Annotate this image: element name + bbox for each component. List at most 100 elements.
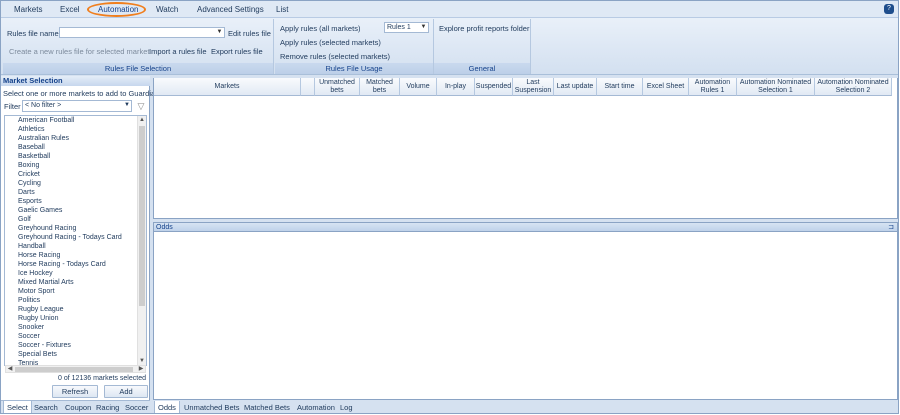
list-item[interactable]: Rugby Union [18,314,58,323]
list-item[interactable]: Snooker [18,323,44,332]
column-header[interactable]: Suspended [475,78,513,96]
list-item[interactable]: Horse Racing [18,251,60,260]
refresh-button[interactable]: Refresh [52,385,98,398]
scroll-down-icon[interactable]: ▼ [138,357,146,365]
column-header[interactable]: In-play [437,78,475,96]
market-list[interactable]: ▲ ▼ American Football Athletics Australian… [4,115,147,366]
list-item[interactable]: Greyhound Racing [18,224,76,233]
list-item[interactable]: Baseball [18,143,45,152]
list-item[interactable]: Soccer - Fixtures [18,341,71,350]
general-group: Explore profit reports folder General [434,19,531,74]
column-header[interactable]: Start time [597,78,643,96]
bottom-tab-bar: Odds Unmatched Bets Matched Bets Automat… [153,401,898,413]
scroll-thumb[interactable] [139,126,145,306]
list-item[interactable]: Ice Hockey [18,269,53,278]
rules-file-selection-group: Rules file name ▼ Edit rules file Create… [3,19,274,74]
chevron-down-icon: ▼ [216,29,223,35]
group-label: Rules File Usage [275,63,433,74]
list-item[interactable]: Motor Sport [18,287,55,296]
horizontal-scrollbar[interactable]: ◀ ▶ [5,365,146,373]
rules-select-value: Rules 1 [387,24,411,31]
list-item[interactable]: Gaelic Games [18,206,62,215]
market-selection-hint: Select one or more markets to add to Gua… [3,89,160,98]
column-header[interactable]: Unmatched bets [315,78,360,96]
scroll-up-icon[interactable]: ▲ [138,116,146,124]
tab-soccer[interactable]: Soccer [125,403,148,412]
market-selection-panel: Market Selection Select one or more mark… [1,76,159,413]
menu-list[interactable]: List [276,4,288,16]
rules-select[interactable]: Rules 1 ▼ [384,22,429,33]
list-item[interactable]: American Football [18,116,74,125]
list-item[interactable]: Darts [18,188,35,197]
tab-unmatched-bets[interactable]: Unmatched Bets [184,403,239,412]
list-item[interactable]: Basketball [18,152,50,161]
list-item[interactable]: Rugby League [18,305,64,314]
funnel-icon[interactable]: ▽ [136,101,146,111]
list-item[interactable]: Esports [18,197,42,206]
scroll-right-icon[interactable]: ▶ [137,365,145,373]
app-window: Markets Excel Automation Watch Advanced … [0,0,899,414]
ribbon: Rules file name ▼ Edit rules file Create… [1,18,898,75]
vertical-scrollbar[interactable]: ▲ ▼ [137,116,146,365]
column-header[interactable]: Last update [554,78,597,96]
column-header[interactable]: Excel Sheet [643,78,689,96]
menu-watch[interactable]: Watch [156,4,178,16]
tab-odds[interactable]: Odds [154,401,180,413]
list-item[interactable]: Greyhound Racing - Todays Card [18,233,122,242]
column-header[interactable]: Automation Rules 1 [689,78,737,96]
edit-rules-file-button[interactable]: Edit rules file [228,29,271,38]
scroll-left-icon[interactable]: ◀ [6,365,14,373]
group-label: Rules File Selection [3,63,273,74]
column-header[interactable]: Volume [400,78,437,96]
list-item[interactable]: Handball [18,242,46,251]
menu-bar: Markets Excel Automation Watch Advanced … [1,1,898,18]
column-header[interactable]: Automation Nominated Selection 2 [815,78,892,96]
list-item[interactable]: Horse Racing - Todays Card [18,260,106,269]
column-header[interactable]: Matched bets [360,78,400,96]
tab-coupon[interactable]: Coupon [65,403,91,412]
tab-select[interactable]: Select [3,401,32,413]
export-rules-file-button[interactable]: Export rules file [211,47,263,56]
filter-label: Filter [4,102,21,111]
tab-log[interactable]: Log [340,403,353,412]
menu-excel[interactable]: Excel [60,4,80,16]
tab-racing[interactable]: Racing [96,403,119,412]
list-item[interactable]: Golf [18,215,31,224]
odds-panel-header: Odds ⊐ [153,222,898,232]
list-item[interactable]: Cricket [18,170,40,179]
filter-select[interactable]: < No filter > ▼ [22,100,132,112]
menu-markets[interactable]: Markets [14,4,42,16]
list-item[interactable]: Soccer [18,332,40,341]
tab-matched-bets[interactable]: Matched Bets [244,403,290,412]
explore-profit-reports-button[interactable]: Explore profit reports folder [439,24,529,33]
create-rules-file-button[interactable]: Create a new rules file for selected mar… [9,47,149,56]
column-header[interactable]: Automation Nominated Selection 1 [737,78,815,96]
add-button[interactable]: Add [104,385,148,398]
help-icon[interactable]: ? [884,4,894,14]
list-item[interactable]: Special Bets [18,350,57,359]
chevron-down-icon: ▼ [124,102,130,108]
column-header[interactable]: Last Suspension [513,78,554,96]
tab-search[interactable]: Search [34,403,58,412]
list-item[interactable]: Politics [18,296,40,305]
rules-file-combo[interactable]: ▼ [59,27,225,38]
apply-rules-selected-button[interactable]: Apply rules (selected markets) [280,38,381,47]
list-item[interactable]: Boxing [18,161,39,170]
list-item[interactable]: Mixed Martial Arts [18,278,74,287]
tab-automation[interactable]: Automation [297,403,335,412]
selected-count: 0 of 12136 markets selected [58,375,146,382]
list-item[interactable]: Australian Rules [18,134,69,143]
menu-advanced-settings[interactable]: Advanced Settings [197,4,264,16]
import-rules-file-button[interactable]: Import a rules file [149,47,207,56]
odds-panel [153,232,898,400]
remove-rules-selected-button[interactable]: Remove rules (selected markets) [280,52,390,61]
highlight-oval [87,2,146,17]
markets-grid[interactable]: Markets Unmatched bets Matched bets Volume I… [153,78,898,219]
scroll-thumb[interactable] [15,367,133,372]
list-item[interactable]: Athletics [18,125,44,134]
apply-rules-all-button[interactable]: Apply rules (all markets) [280,24,360,33]
left-tab-bar: Select Search Coupon Racing Soccer [1,400,150,413]
column-header[interactable]: Markets [154,78,301,96]
list-item[interactable]: Cycling [18,179,41,188]
pin-icon[interactable]: ⊐ [888,223,894,231]
